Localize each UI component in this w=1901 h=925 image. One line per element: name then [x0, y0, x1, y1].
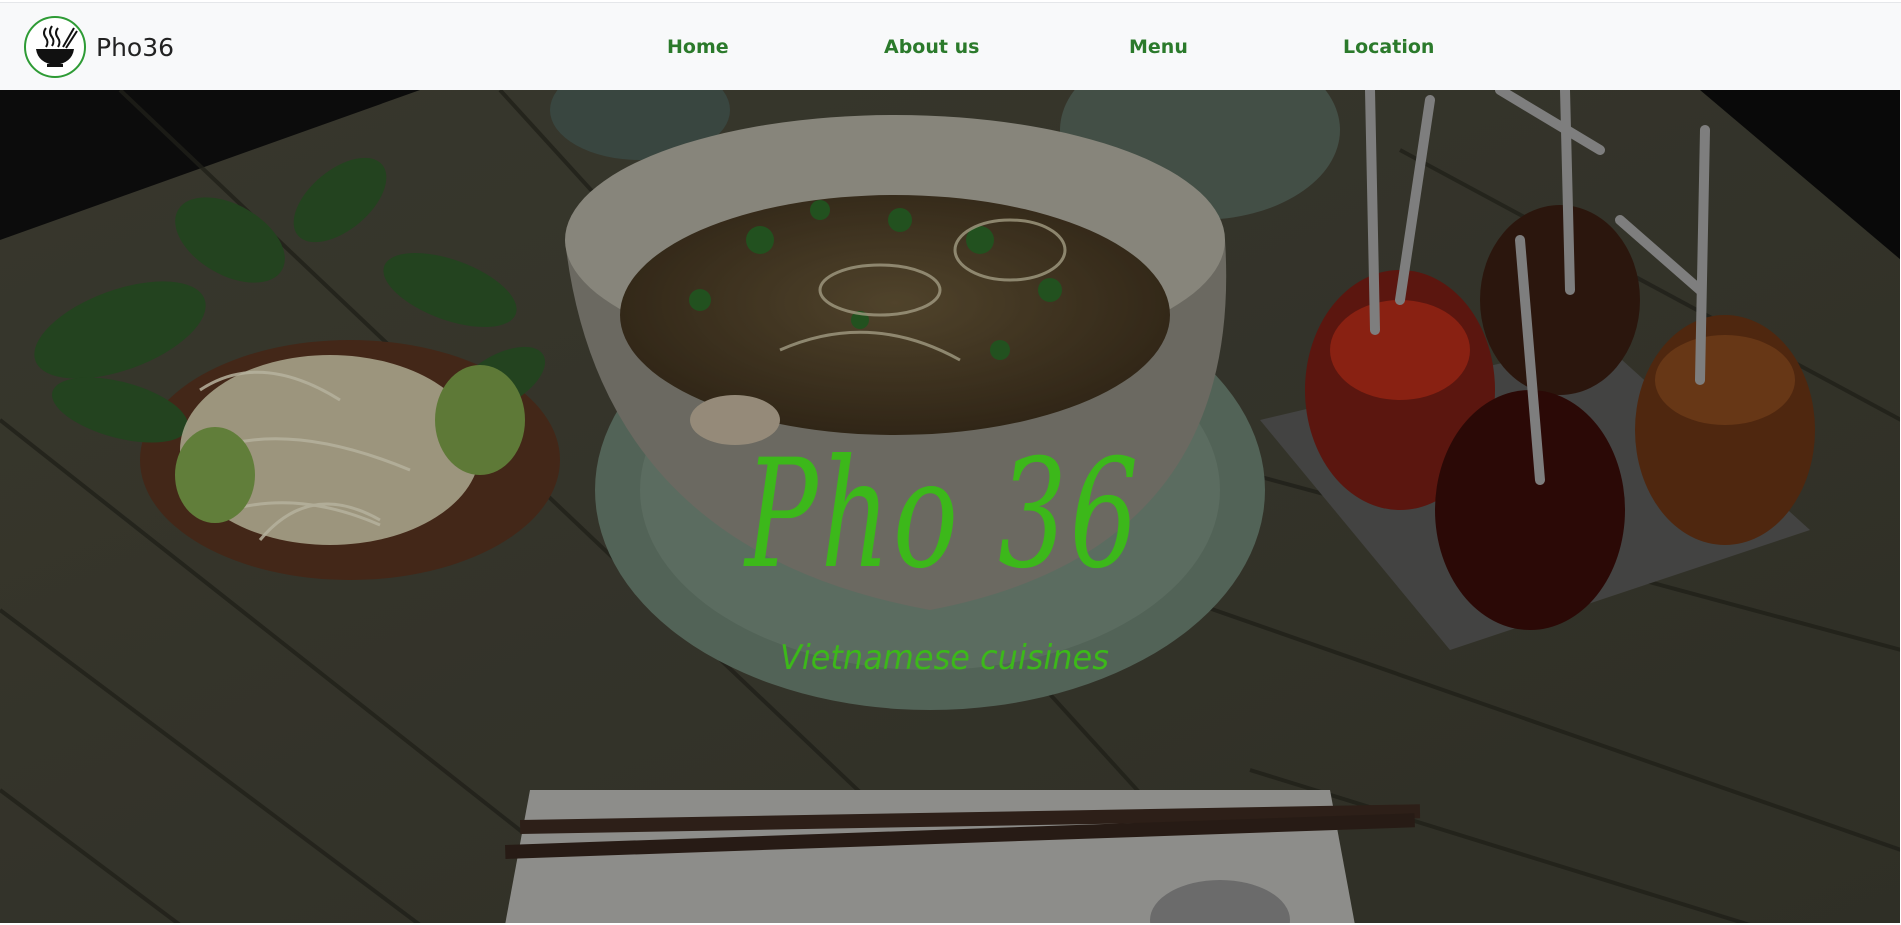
navbar: Pho36 Home About us Menu Location — [0, 2, 1901, 90]
hero-section: Pho 36 Vietnamese cuisines — [0, 90, 1901, 925]
nav-menu[interactable]: Menu — [1129, 36, 1188, 58]
hero-subtitle: Vietnamese cuisines — [780, 638, 1109, 678]
hero-title: Pho 36 — [745, 428, 1142, 602]
nav-about-us[interactable]: About us — [884, 36, 979, 58]
nav-home[interactable]: Home — [667, 36, 729, 58]
nav-location[interactable]: Location — [1343, 36, 1434, 58]
main-nav: Home About us Menu Location — [0, 3, 1901, 91]
